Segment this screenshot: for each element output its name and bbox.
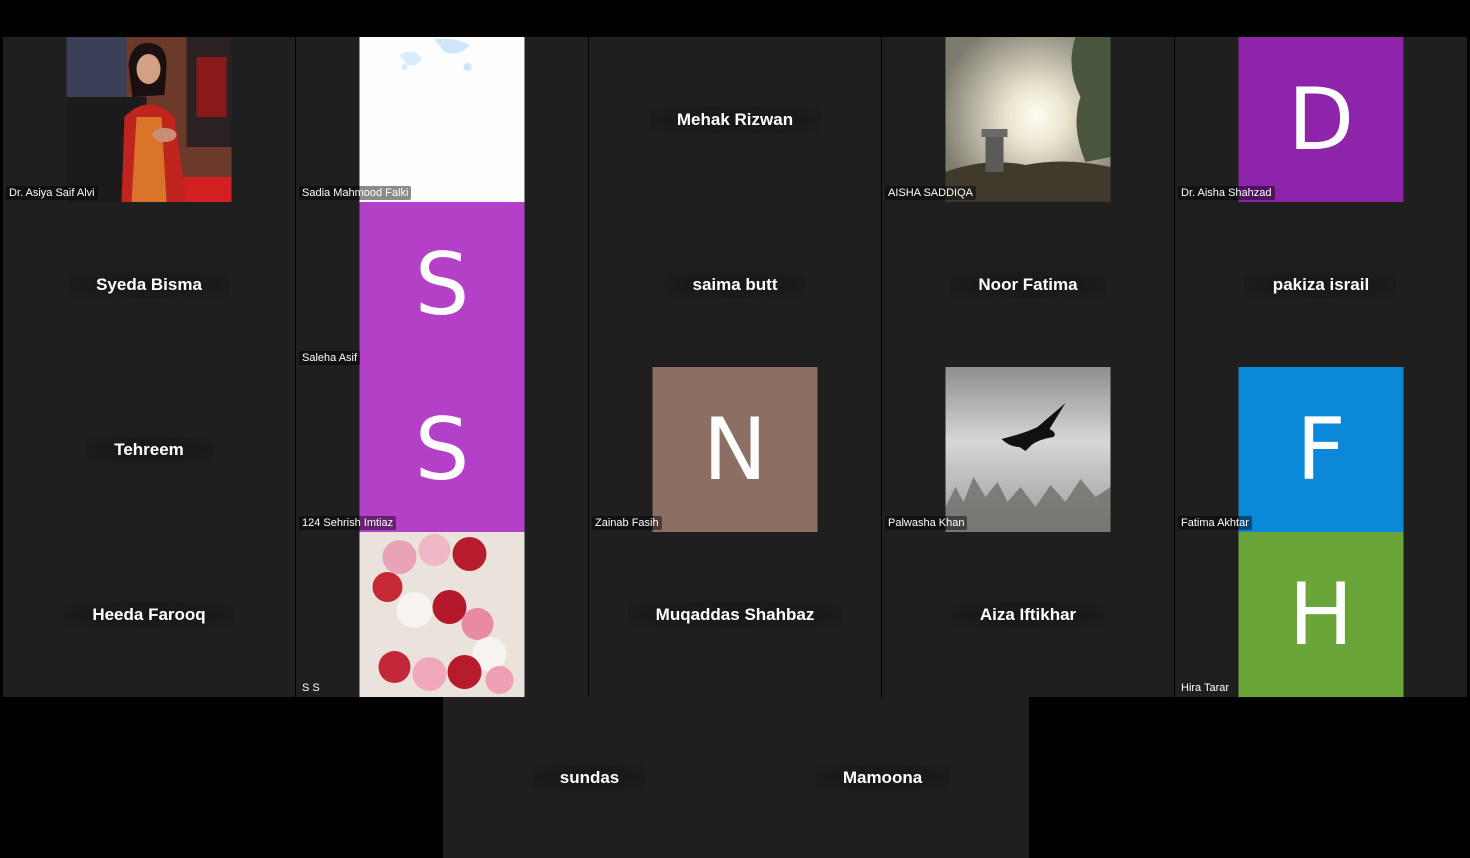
participant-name-label: Sadia Mahmood Falki [299,186,412,200]
participant-tile[interactable]: S 124 Sehrish Imtiaz [296,367,588,532]
participant-video [359,532,525,697]
participant-avatar: H [1238,532,1404,697]
participant-name-label: Dr. Aisha Shahzad [1178,186,1275,200]
participant-name-label: Saleha Asif [299,351,361,365]
avatar-initial: N [702,399,768,500]
participant-tile[interactable]: Muqaddas Shahbaz [589,532,881,697]
participant-name-label: Dr. Asiya Saif Alvi [6,186,98,200]
participant-tile[interactable]: Heeda Farooq [3,532,295,697]
participant-name: sundas [531,763,648,792]
participant-name: Syeda Bisma [68,270,230,299]
video-gallery: Dr. Asiya Saif Alvi Sadia Mahmood Falki … [0,0,1470,858]
participant-name: saima butt [664,270,806,299]
participant-tile[interactable]: Mehak Rizwan [589,37,881,202]
participant-name: Tehreem [86,435,212,464]
participant-video [945,367,1111,532]
avatar-initial: F [1296,399,1346,500]
participant-name-label: AISHA SADDIQA [885,186,976,200]
participant-name-label: Palwasha Khan [885,516,968,530]
participant-avatar: F [1238,367,1404,532]
participant-avatar: D [1238,37,1404,202]
participant-video [66,37,232,202]
participant-name: Noor Fatima [950,270,1106,299]
participant-tile[interactable]: Mamoona [736,697,1029,858]
participant-tile[interactable]: sundas [443,697,736,858]
participant-name-label: Zainab Fasih [592,516,662,530]
participant-tile[interactable]: Sadia Mahmood Falki [296,37,588,202]
participant-name: Heeda Farooq [64,600,234,629]
participant-tile[interactable]: Syeda Bisma [3,202,295,367]
participant-tile[interactable]: F Fatima Akhtar [1175,367,1467,532]
participant-avatar: N [652,367,818,532]
avatar-initial: S [414,234,470,335]
participant-name: pakiza israil [1244,270,1398,299]
participant-avatar: S [359,367,525,532]
participant-tile[interactable]: S Saleha Asif [296,202,588,367]
participant-name: Mamoona [814,763,951,792]
participant-tile[interactable]: Palwasha Khan [882,367,1174,532]
participant-tile[interactable]: Dr. Asiya Saif Alvi [3,37,295,202]
participant-name: Mehak Rizwan [648,105,822,134]
participant-tile[interactable]: Aiza Iftikhar [882,532,1174,697]
participant-avatar: S [359,202,525,367]
participant-tile[interactable]: N Zainab Fasih [589,367,881,532]
participant-tile[interactable]: AISHA SADDIQA [882,37,1174,202]
participant-name: Aiza Iftikhar [951,600,1105,629]
participant-tile[interactable]: S S [296,532,588,697]
participant-name-label: S S [302,682,320,694]
avatar-initial: D [1287,69,1355,170]
avatar-initial: S [414,399,470,500]
participant-name-label: 124 Sehrish Imtiaz [299,516,397,530]
participant-tile[interactable]: Tehreem [3,367,295,532]
participant-tile[interactable]: pakiza israil [1175,202,1467,367]
participant-tile[interactable]: Noor Fatima [882,202,1174,367]
avatar-initial: H [1288,564,1354,665]
participant-video [945,37,1111,202]
participant-video [359,37,525,202]
participant-name: Muqaddas Shahbaz [627,600,843,629]
participant-tile[interactable]: saima butt [589,202,881,367]
participant-name-label: Fatima Akhtar [1178,516,1252,530]
participant-tile[interactable]: H Hira Tarar [1175,532,1467,697]
participant-tile[interactable]: D Dr. Aisha Shahzad [1175,37,1467,202]
participant-name-label: Hira Tarar [1181,682,1230,694]
